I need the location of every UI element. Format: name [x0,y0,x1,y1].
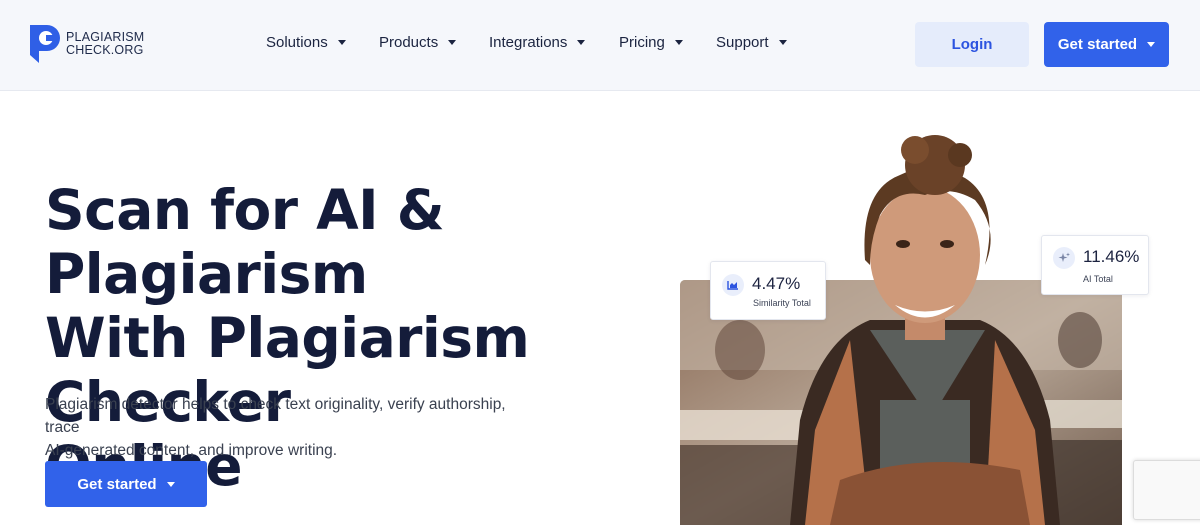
chevron-down-icon [448,40,457,45]
similarity-total-card: 4.47% Similarity Total [710,261,826,320]
chevron-down-icon [674,40,683,45]
nav-integrations-label: Integrations [489,34,568,51]
login-button[interactable]: Login [915,22,1029,67]
hero-subtitle: Plagiarism detector helps to check text … [45,393,525,462]
nav-products-label: Products [379,34,439,51]
hero-get-started-button[interactable]: Get started [45,461,207,507]
hero-title-line-1: Scan for AI & Plagiarism [45,178,445,306]
nav-solutions[interactable]: Solutions [266,34,356,51]
ai-total-card: 11.46% AI Total [1041,235,1149,295]
header-get-started-label: Get started [1057,36,1138,53]
logo-line2: CHECK.ORG [66,43,144,57]
header-get-started-button[interactable]: Get started [1044,22,1169,67]
nav-support[interactable]: Support [716,34,806,51]
ai-total-value: 11.46% [1083,247,1140,266]
sparkle-icon [1053,247,1075,269]
chevron-down-icon [1147,42,1156,47]
hero-get-started-label: Get started [77,475,157,493]
logo-p-icon [30,25,60,63]
chevron-down-icon [166,481,175,487]
site-header: PLAGIARISM CHECK.ORG Solutions Products … [0,0,1200,91]
recaptcha-badge[interactable] [1133,460,1200,520]
login-button-label: Login [951,36,993,53]
chevron-down-icon [577,40,586,45]
chart-icon [722,274,744,296]
chevron-down-icon [337,40,346,45]
nav-solutions-label: Solutions [266,34,328,51]
hero-subtitle-line-2: AI-generated content, and improve writin… [45,442,338,459]
chevron-down-icon [778,40,787,45]
nav-pricing-label: Pricing [619,34,665,51]
hero-subtitle-line-1: Plagiarism detector helps to check text … [45,396,506,436]
nav-support-label: Support [716,34,769,51]
ai-total-label: AI Total [1083,274,1113,284]
nav-integrations[interactable]: Integrations [489,34,599,51]
similarity-total-value: 4.47% [752,274,801,293]
nav-products[interactable]: Products [379,34,469,51]
logo-text: PLAGIARISM CHECK.ORG [66,31,144,57]
similarity-total-label: Similarity Total [753,298,811,308]
logo-link[interactable]: PLAGIARISM CHECK.ORG [30,25,144,63]
nav-pricing[interactable]: Pricing [619,34,699,51]
